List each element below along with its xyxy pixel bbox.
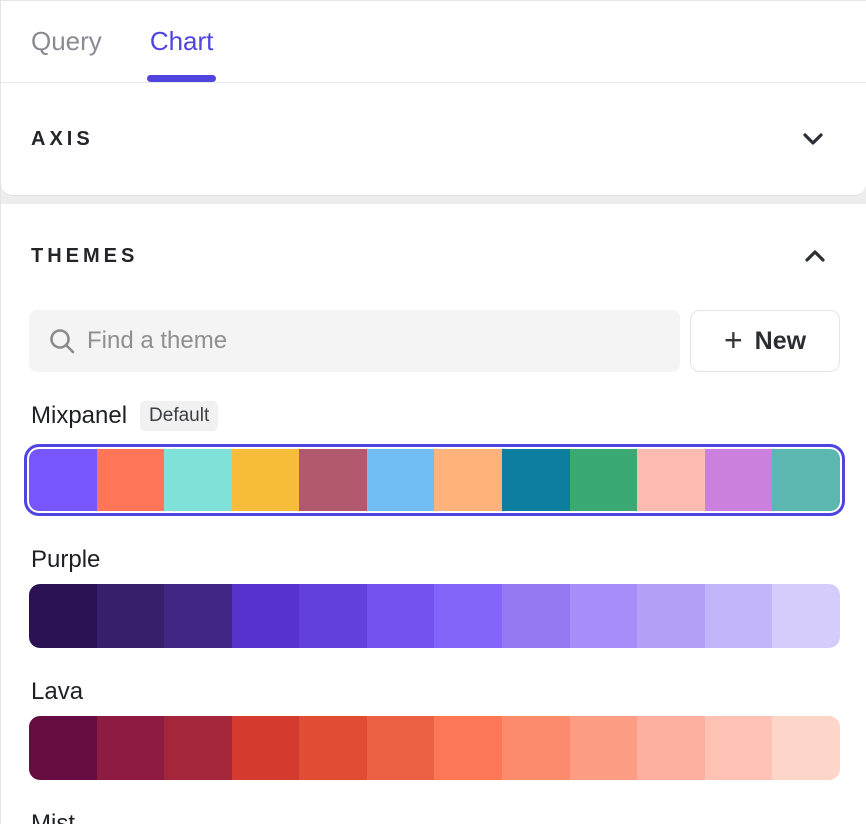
new-theme-button[interactable]: + New: [690, 310, 840, 372]
color-swatch: [367, 449, 435, 511]
theme-swatch-row[interactable]: [29, 584, 840, 648]
theme-name-row: Lava: [29, 676, 840, 708]
tab-chart[interactable]: Chart: [150, 1, 214, 82]
color-swatch: [772, 716, 840, 780]
color-swatch: [434, 449, 502, 511]
axis-section-title: AXIS: [31, 128, 94, 151]
theme-swatch-row[interactable]: [29, 449, 840, 511]
color-swatch: [97, 449, 165, 511]
theme-item: Mixpanel Default: [29, 400, 840, 516]
theme-item: Mist: [29, 808, 840, 824]
tab-bar: Query Chart: [1, 1, 866, 83]
new-button-label: New: [755, 327, 806, 356]
color-swatch: [570, 584, 638, 648]
color-swatch: [367, 584, 435, 648]
color-swatch: [232, 449, 300, 511]
theme-name: Mist: [31, 810, 75, 824]
color-swatch: [232, 584, 300, 648]
themes-section-title: THEMES: [31, 245, 138, 268]
color-swatch: [97, 716, 165, 780]
axis-section-header[interactable]: AXIS: [1, 83, 866, 195]
color-swatch: [232, 716, 300, 780]
theme-name: Mixpanel: [31, 402, 127, 430]
color-swatch: [705, 584, 773, 648]
color-swatch: [434, 716, 502, 780]
default-badge: Default: [140, 401, 218, 431]
query-chart-panel: Query Chart AXIS: [1, 1, 866, 196]
color-swatch: [570, 449, 638, 511]
color-swatch: [299, 716, 367, 780]
color-swatch: [299, 449, 367, 511]
color-swatch: [29, 449, 97, 511]
color-swatch: [299, 584, 367, 648]
theme-name-row: Mist: [29, 808, 840, 824]
theme-search-row: + New: [29, 310, 840, 372]
color-swatch: [502, 449, 570, 511]
color-swatch: [164, 584, 232, 648]
color-swatch: [502, 584, 570, 648]
color-swatch: [772, 584, 840, 648]
theme-name-row: Mixpanel Default: [29, 400, 840, 432]
theme-swatch-row[interactable]: [29, 716, 840, 780]
theme-swatch-row-wrap: [29, 716, 840, 780]
theme-swatch-row-wrap: [29, 584, 840, 648]
color-swatch: [367, 716, 435, 780]
themes-panel: THEMES + New Mixpanel Default: [1, 204, 866, 824]
color-swatch: [29, 716, 97, 780]
color-swatch: [502, 716, 570, 780]
tab-query-label: Query: [31, 26, 102, 57]
color-swatch: [705, 449, 773, 511]
chevron-down-icon: [802, 132, 824, 146]
theme-list: Mixpanel Default Purple Lava Mist: [29, 400, 840, 824]
active-tab-indicator: [147, 75, 217, 82]
theme-item: Purple: [29, 544, 840, 648]
color-swatch: [164, 716, 232, 780]
color-swatch: [637, 449, 705, 511]
theme-search-input[interactable]: [29, 310, 680, 372]
color-swatch: [637, 716, 705, 780]
color-swatch: [637, 584, 705, 648]
theme-swatch-row-wrap: [24, 444, 845, 516]
color-swatch: [772, 449, 840, 511]
color-swatch: [434, 584, 502, 648]
color-swatch: [570, 716, 638, 780]
plus-icon: +: [724, 324, 743, 356]
color-swatch: [97, 584, 165, 648]
tab-chart-label: Chart: [150, 26, 214, 57]
color-swatch: [29, 584, 97, 648]
theme-name: Purple: [31, 546, 100, 574]
theme-search-box: [29, 310, 680, 372]
color-swatch: [164, 449, 232, 511]
color-swatch: [705, 716, 773, 780]
theme-name-row: Purple: [29, 544, 840, 576]
theme-name: Lava: [31, 678, 83, 706]
tab-query[interactable]: Query: [31, 1, 102, 82]
theme-item: Lava: [29, 676, 840, 780]
chevron-up-icon: [804, 249, 826, 263]
themes-section-header[interactable]: THEMES: [29, 230, 840, 282]
